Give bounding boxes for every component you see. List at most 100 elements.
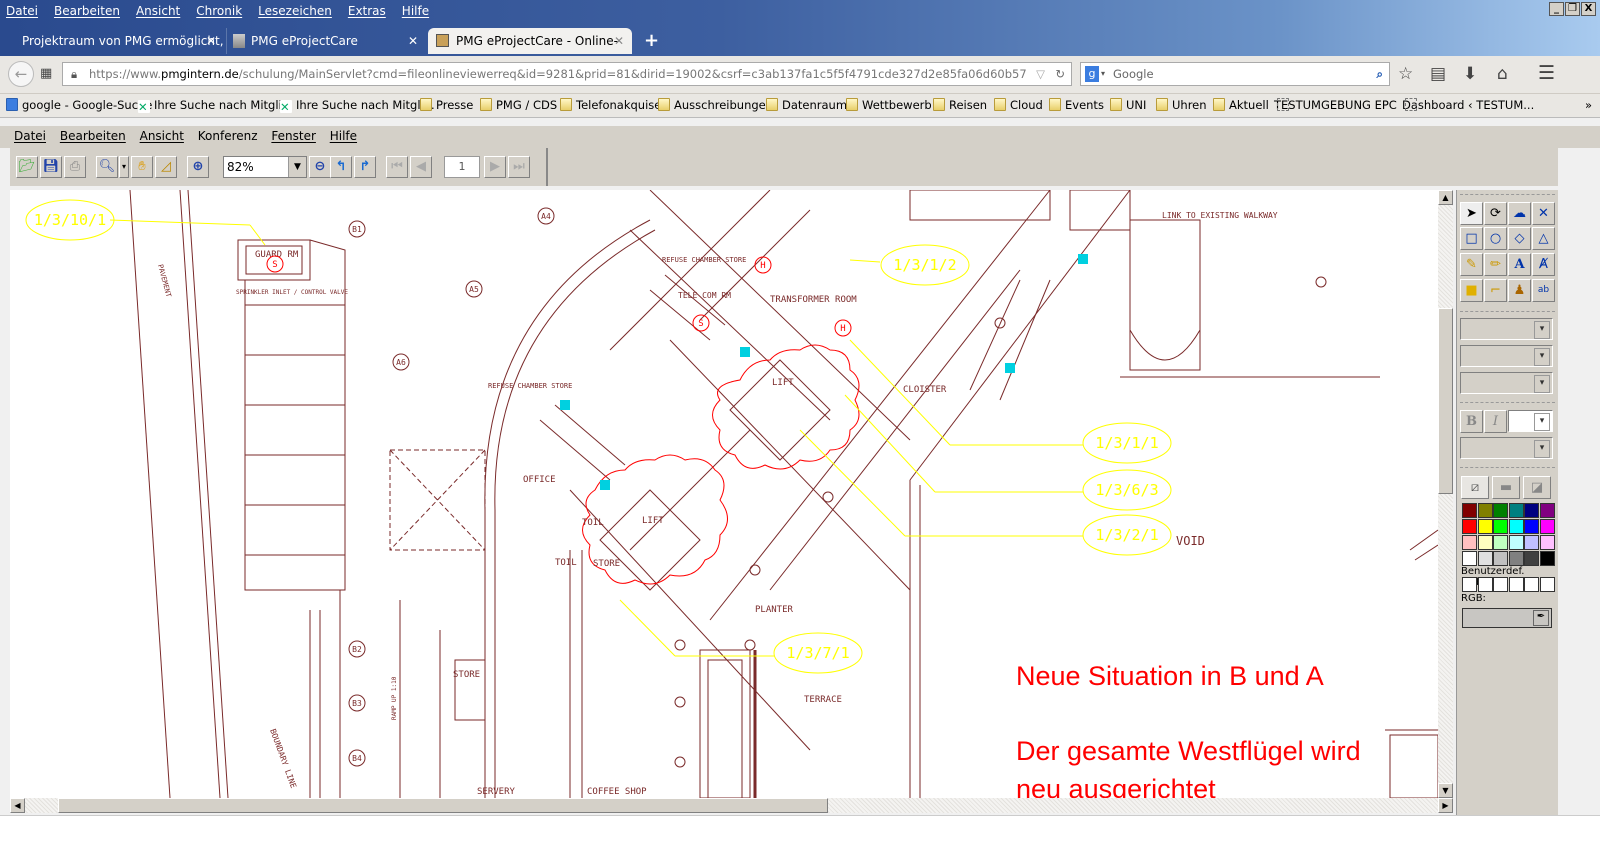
cross-tool-icon[interactable]: ✕ — [1532, 202, 1555, 225]
zoom-in-icon[interactable]: ⊕ — [187, 156, 209, 178]
identity-icon[interactable]: ▦ — [40, 66, 52, 81]
vertical-scrollbar[interactable]: ▲ ▼ — [1438, 190, 1453, 798]
scroll-left-button[interactable]: ◀ — [10, 798, 25, 813]
dropdown-icon[interactable]: ▽ — [1036, 63, 1045, 85]
rgb-picker[interactable]: ✒ — [1462, 608, 1552, 628]
save-icon[interactable]: 💾︎ — [40, 156, 62, 178]
stamp-tool-icon[interactable]: ♟ — [1508, 279, 1531, 302]
color-swatch[interactable] — [1524, 551, 1539, 566]
open-file-icon[interactable]: 📂︎ — [16, 156, 38, 178]
font-size-select[interactable] — [1508, 410, 1553, 432]
note-text[interactable]: Neue Situation in B und A — [1016, 661, 1324, 691]
bookmark-14[interactable]: Aktuell — [1213, 98, 1269, 112]
bookmark-13[interactable]: Uhren — [1156, 98, 1207, 112]
fill-style-select[interactable] — [1460, 372, 1553, 394]
line-width-select[interactable] — [1460, 345, 1553, 367]
print-icon[interactable]: ⎙ — [64, 156, 86, 178]
close-tab-icon[interactable]: ✕ — [614, 28, 624, 54]
viewer-menu-hilfe[interactable]: Hilfe — [330, 129, 357, 143]
zoom-out-icon[interactable]: ⊖ — [309, 156, 331, 178]
color-swatch[interactable] — [1477, 519, 1493, 534]
no-fill-icon[interactable]: ⧄ — [1461, 476, 1489, 499]
color-swatch[interactable] — [1539, 551, 1555, 566]
viewer-menu-konferenz[interactable]: Konferenz — [198, 129, 258, 143]
engine-dropdown-icon[interactable]: ▾ — [1101, 63, 1105, 85]
line-style-select[interactable] — [1460, 318, 1553, 340]
tab-online-viewer[interactable]: PMG eProjectCare - Online-D... ✕ — [428, 28, 632, 74]
bookmark-9[interactable]: Reisen — [933, 98, 987, 112]
bookmark-12[interactable]: UNI — [1110, 98, 1146, 112]
viewer-menu-fenster[interactable]: Fenster — [271, 129, 316, 143]
viewer-menu-ansicht[interactable]: Ansicht — [140, 129, 184, 143]
tab-schulung[interactable]: PMG eProjectCare (Schulung) ✕ — [226, 28, 426, 74]
prev-page-icon[interactable]: ◀ — [410, 156, 432, 178]
color-swatch[interactable] — [1524, 519, 1539, 534]
bookmark-5[interactable]: Telefonakquise — [560, 98, 661, 112]
color-swatch[interactable] — [1493, 503, 1508, 518]
font-select[interactable] — [1460, 437, 1553, 459]
line-color-icon[interactable]: ◪ — [1523, 476, 1551, 499]
custom-color-swatch[interactable] — [1477, 577, 1493, 592]
bookmark-7[interactable]: Datenraum — [766, 98, 847, 112]
tab-projektraum[interactable]: Projektraum von PMG ermöglicht, ... ✕ — [14, 28, 224, 74]
downloads-icon[interactable]: ⬇ — [1463, 64, 1477, 84]
select-arrow-icon[interactable]: ➤ — [1460, 202, 1483, 225]
scroll-up-button[interactable]: ▲ — [1438, 190, 1453, 205]
color-swatch[interactable] — [1524, 535, 1539, 550]
menu-bearbeiten[interactable]: Bearbeiten — [54, 4, 120, 18]
close-window-button[interactable]: X — [1581, 2, 1596, 16]
color-swatch[interactable] — [1508, 551, 1524, 566]
italic-button[interactable]: I — [1484, 410, 1507, 433]
color-swatch[interactable] — [1477, 551, 1493, 566]
search-input[interactable]: g ▾ Google ⌕ — [1080, 62, 1390, 86]
viewer-menu-datei[interactable]: Datei — [14, 129, 46, 143]
drawing-canvas[interactable]: 1/3/10/1 1/3/1/2 1/3/1/1 1/3/6/3 1/3/2/1… — [10, 190, 1438, 798]
menu-ansicht[interactable]: Ansicht — [136, 4, 180, 18]
ellipse-tool-icon[interactable]: ○ — [1484, 227, 1507, 250]
rectangle-tool-icon[interactable]: □ — [1460, 227, 1483, 250]
magnifier-dropdown-icon[interactable]: ▾ — [119, 156, 129, 178]
zoom-select[interactable]: 82% ▼ — [223, 156, 307, 178]
bookmark-star-icon[interactable]: ☆ — [1398, 64, 1413, 84]
color-swatch[interactable] — [1508, 535, 1524, 550]
close-tab-icon[interactable]: ✕ — [206, 28, 216, 54]
magnifier-icon[interactable]: ⌕ — [1377, 63, 1383, 85]
close-tab-icon[interactable]: ✕ — [408, 28, 418, 54]
rotate-icon[interactable]: ⟳ — [1484, 202, 1507, 225]
note-tool-icon[interactable]: ■ — [1460, 279, 1483, 302]
note-text[interactable]: Der gesamte Westflügel wird — [1016, 736, 1361, 766]
diamond-tool-icon[interactable]: ◇ — [1508, 227, 1531, 250]
vertical-scroll-thumb[interactable] — [1438, 308, 1453, 494]
bookmark-15[interactable]: TESTUMGEBUNG EPC — [1274, 98, 1397, 112]
cloud-tool-icon[interactable]: ☁︎ — [1508, 202, 1531, 225]
triangle-tool-icon[interactable]: △ — [1532, 227, 1555, 250]
bookmark-3[interactable]: Presse — [420, 98, 473, 112]
color-swatch[interactable] — [1508, 519, 1524, 534]
color-swatch[interactable] — [1462, 535, 1477, 550]
color-swatch[interactable] — [1493, 535, 1508, 550]
menu-lesezeichen[interactable]: Lesezeichen — [258, 4, 332, 18]
hamburger-menu-icon[interactable]: ☰ — [1538, 62, 1555, 84]
bookmarks-overflow-button[interactable]: » — [1585, 98, 1592, 112]
color-swatch[interactable] — [1462, 519, 1477, 534]
bookmark-1[interactable]: ✕ Ihre Suche nach Mitgli... — [138, 98, 293, 114]
horizontal-scrollbar[interactable]: ◀ ▶ — [10, 798, 1453, 813]
back-button[interactable]: ← — [8, 61, 34, 87]
bold-button[interactable]: B — [1460, 410, 1483, 433]
bookmark-2[interactable]: ✕ Ihre Suche nach Mitgli... — [280, 98, 435, 114]
zoom-dropdown-icon[interactable]: ▼ — [288, 157, 306, 177]
menu-chronik[interactable]: Chronik — [196, 4, 242, 18]
custom-color-swatch[interactable] — [1508, 577, 1524, 592]
home-icon[interactable]: ⌂ — [1497, 64, 1508, 84]
text-leader-icon[interactable]: Ⱥ — [1532, 253, 1555, 276]
fill-color-icon[interactable]: ▬ — [1492, 476, 1520, 499]
menu-datei[interactable]: Datei — [6, 4, 38, 18]
color-swatch[interactable] — [1493, 551, 1508, 566]
url-bar[interactable]: 🔒︎ https://www.pmgintern.de/schulung/Mai… — [62, 62, 1072, 86]
page-number-input[interactable]: 1 — [444, 156, 480, 178]
callout-label[interactable]: 1/3/7/1 — [786, 644, 849, 662]
custom-color-swatch[interactable] — [1493, 577, 1508, 592]
custom-color-swatch[interactable] — [1524, 577, 1539, 592]
color-swatch[interactable] — [1539, 535, 1555, 550]
reading-list-icon[interactable]: ▤ — [1430, 64, 1446, 84]
